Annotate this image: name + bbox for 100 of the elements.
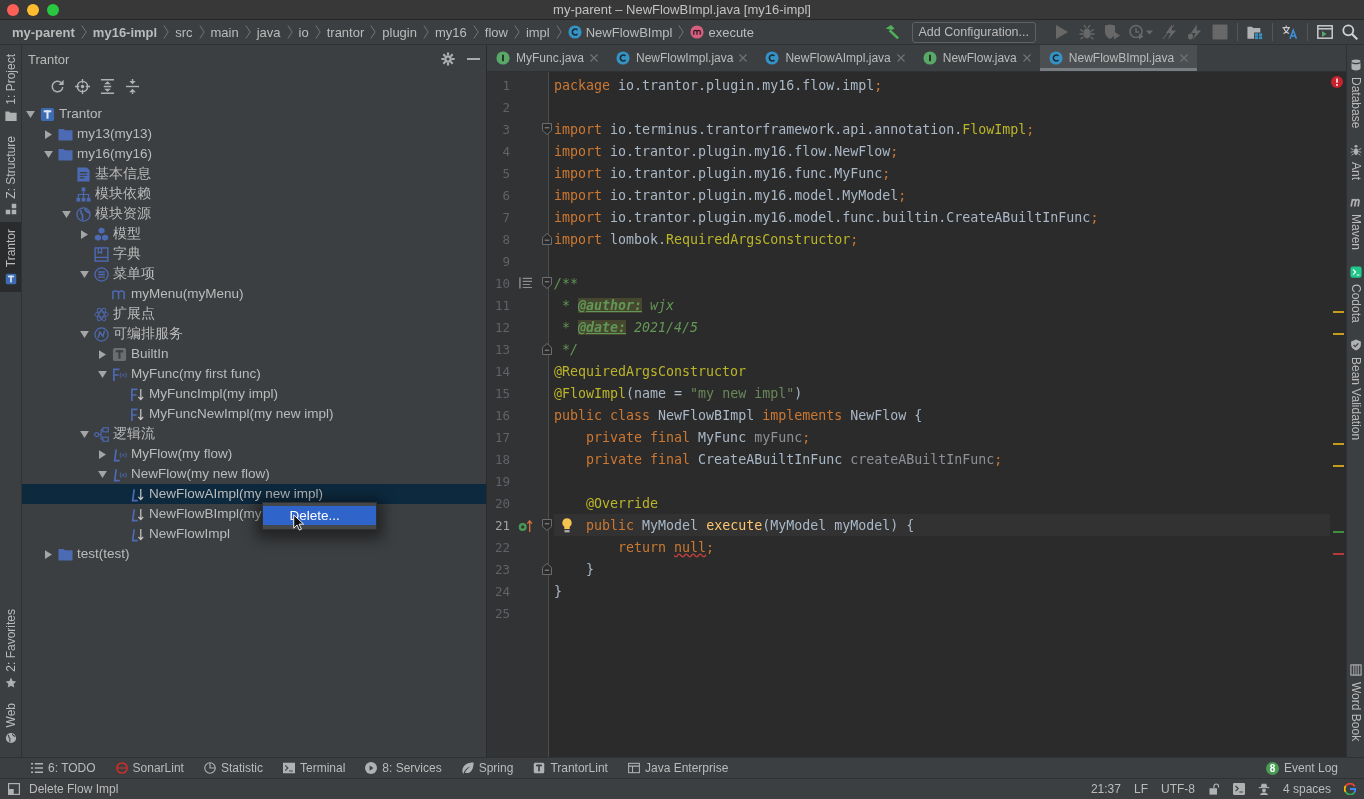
tool-window-button[interactable]: 8: Services [365,761,442,775]
breadcrumb[interactable]: src [175,24,193,40]
tool-window-button[interactable]: Maven [1347,188,1364,259]
close-icon[interactable] [739,54,748,62]
hat-person-icon[interactable] [1257,783,1270,795]
folder-grid-icon[interactable] [1247,24,1263,40]
breadcrumb[interactable]: my16-impl [92,24,158,40]
tool-window-button[interactable]: TrantorLint [533,761,608,775]
tool-window-button[interactable]: 8 Event Log [1265,761,1338,775]
close-icon[interactable] [590,54,599,62]
lines-icon[interactable] [518,277,532,289]
status-widget[interactable]: 21:37 [1090,782,1121,796]
tool-window-button[interactable]: 6: TODO [31,761,96,775]
crosshair-icon[interactable] [75,79,90,94]
tool-window-button[interactable]: Bean Validation [1347,331,1364,449]
triangle-right-icon[interactable] [99,449,106,459]
tree-item[interactable]: NewFlowAImpl(my new impl) [149,486,324,502]
tool-window-button[interactable]: Statistic [203,761,263,775]
tree-item[interactable]: myMenu(myMenu) [131,286,244,302]
tree-item[interactable]: 菜单项 [113,266,155,282]
breadcrumb[interactable]: java [256,24,281,40]
breadcrumb[interactable]: execute [690,24,754,40]
triangle-down-icon[interactable] [62,210,71,218]
triangle-right-icon[interactable] [99,349,106,359]
triangle-down-icon[interactable] [80,270,89,278]
triangle-down-icon[interactable] [80,330,89,338]
triangle-down-icon[interactable] [44,150,53,158]
g-logo-icon[interactable] [1344,783,1356,795]
tool-window-button[interactable]: Terminal [282,761,346,775]
tool-window-button[interactable]: Database [1347,51,1364,137]
tool-window-button[interactable]: Trantor [0,222,21,292]
tree-item[interactable]: 模型 [113,226,141,242]
breadcrumb[interactable]: trantor [326,24,365,40]
triangle-right-icon[interactable] [81,229,88,239]
hammer-icon[interactable] [883,24,900,40]
breadcrumb[interactable]: my16 [434,24,467,40]
tree-item[interactable]: my13(my13) [77,126,152,142]
triangle-down-icon[interactable] [26,110,35,118]
status-widget[interactable]: UTF-8 [1160,782,1195,796]
menu-item[interactable]: Delete... [262,506,376,525]
close-icon[interactable] [896,54,905,62]
breadcrumb[interactable]: plugin [382,24,417,40]
tool-window-button[interactable]: Web [0,695,21,751]
fold-marker-icon[interactable] [542,563,552,575]
breadcrumb[interactable]: impl [525,24,550,40]
status-widget[interactable]: 4 spaces [1282,782,1331,796]
window-frame-icon[interactable] [8,783,20,795]
tool-window-button[interactable]: Spring [461,761,514,775]
tree-item[interactable]: MyFuncImpl(my impl) [149,386,278,402]
tree-item[interactable]: 基本信息 [95,166,151,182]
fold-marker-icon[interactable] [542,123,552,135]
circle-arrow-icon[interactable] [517,518,533,532]
triangle-down-icon[interactable] [98,470,107,478]
editor-tab[interactable]: NewFlow.java [913,45,1040,71]
translate-icon[interactable] [1282,24,1298,40]
status-widget[interactable]: LF [1133,782,1148,796]
minimize-icon[interactable] [467,57,480,61]
tree-item[interactable]: 扩展点 [113,306,155,322]
close-icon[interactable] [1022,54,1031,62]
tree-item[interactable]: 模块资源 [95,206,151,222]
open-lock-icon[interactable] [1207,783,1220,795]
tree-item[interactable]: NewFlowBImpl(my [149,506,262,522]
error-icon[interactable] [1331,76,1343,88]
tree-item[interactable]: 可编排服务 [113,326,183,342]
expand-all-icon[interactable] [100,79,115,94]
tree-item[interactable]: NewFlow(my new flow) [131,466,270,482]
tree-item[interactable]: MyFunc(my first func) [131,366,261,382]
tool-window-button[interactable]: Word Book [1347,655,1364,749]
close-window-button[interactable] [7,3,19,16]
search-icon[interactable] [1342,24,1358,40]
zoom-window-button[interactable] [47,3,59,16]
editor-tab[interactable]: MyFunc.java [487,45,608,71]
editor-tab[interactable]: NewFlowImpl.java [607,45,757,71]
tree-item[interactable]: MyFuncNewImpl(my new impl) [149,406,334,422]
tool-window-button[interactable]: Java Enterprise [627,761,729,775]
tool-window-button[interactable]: 2: Favorites [0,601,21,696]
fold-marker-icon[interactable] [542,233,552,245]
bulb-icon[interactable] [562,517,572,533]
tree-item[interactable]: Trantor [59,106,102,122]
collapse-all-icon[interactable] [125,79,140,94]
breadcrumb[interactable]: main [210,24,239,40]
tree-item[interactable]: MyFlow(my flow) [131,446,233,462]
triangle-down-icon[interactable] [80,430,89,438]
prompt-icon[interactable] [1232,783,1245,795]
run-configuration-button[interactable]: Add Configuration... [911,21,1036,43]
breadcrumb[interactable]: flow [484,24,508,40]
triangle-down-icon[interactable] [98,370,107,378]
refresh-icon[interactable] [50,79,65,94]
triangle-right-icon[interactable] [45,549,52,559]
breadcrumb[interactable]: io [298,24,309,40]
fold-marker-icon[interactable] [542,519,552,531]
tool-window-button[interactable]: Z: Structure [0,128,21,223]
editor-tab[interactable]: NewFlowBImpl.java [1039,45,1198,71]
tool-window-button[interactable]: 1: Project [0,47,21,129]
minimize-window-button[interactable] [27,3,39,16]
tool-window-button[interactable]: Ant [1347,136,1364,189]
tree-item[interactable]: NewFlowImpl [149,526,230,542]
tree-item[interactable]: 模块依赖 [95,186,151,202]
tree-item[interactable]: 字典 [113,246,141,262]
settings-icon[interactable] [441,52,455,66]
